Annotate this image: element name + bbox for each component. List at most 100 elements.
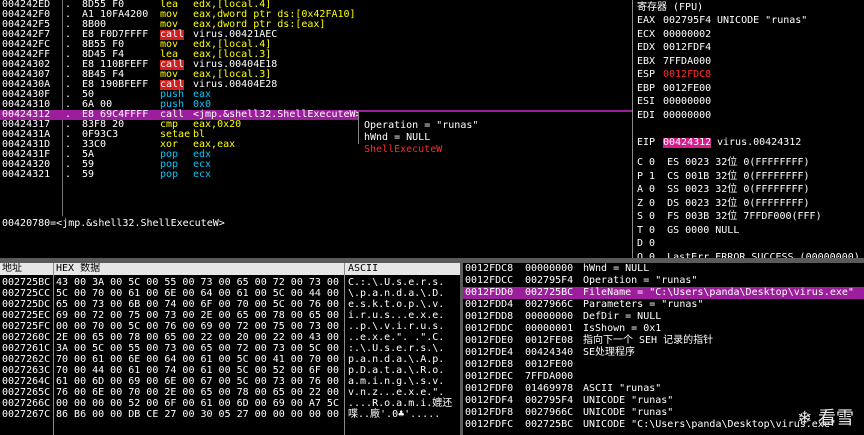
stack-row[interactable]: 0012FDF0 01469978 ASCII "runas" bbox=[463, 383, 864, 395]
registers-title: 寄存器 (FPU) bbox=[637, 2, 704, 13]
disasm-row[interactable]: 0042430A. E8 190BFEFF call virus.00404E28 bbox=[0, 80, 632, 90]
dump-address: 0027267C bbox=[2, 409, 51, 420]
stack-row[interactable]: 0012FDD4 0027966C Parameters = "runas" bbox=[463, 299, 864, 311]
dump-hex: 00 00 00 00 52 00 6F 00 61 00 6D 00 69 0… bbox=[56, 398, 339, 409]
stack-pane[interactable]: 0012FDC8 00000000 hWnd = NULL 0012FDCC 00279… bbox=[463, 263, 864, 435]
stack-value: 002725BC bbox=[525, 287, 574, 298]
registers-pane[interactable]: 寄存器 (FPU) EAX 002795F4 UNICODE "runas" ECX 0… bbox=[633, 0, 864, 258]
dump-header: 地址 HEX 数据 ASCII bbox=[0, 263, 460, 275]
flag-row[interactable]: A 0 SS 0023 32位 0(FFFFFFFF) bbox=[637, 185, 810, 195]
stack-value: 00000000 bbox=[525, 311, 574, 322]
stack-address: 0012FDE0 bbox=[465, 335, 514, 346]
register-name: EIP bbox=[637, 137, 656, 148]
register-row[interactable]: ECX 00000002 bbox=[637, 28, 864, 40]
dump-address: 0027262C bbox=[2, 354, 51, 365]
dump-hex: 5C 00 70 00 61 00 6E 00 64 00 61 00 5C 0… bbox=[56, 288, 339, 299]
stack-row[interactable]: 0012FDD0 002725BC FileName = "C:\Users\pan… bbox=[463, 287, 864, 299]
stack-address: 0012FDF0 bbox=[465, 383, 514, 394]
stack-value: 7FFDA000 bbox=[525, 371, 574, 382]
register-row[interactable]: EDX 0012FDF4 bbox=[637, 43, 864, 53]
register-row[interactable]: ESP 0012FDC8 bbox=[637, 70, 864, 80]
vertical-splitter[interactable] bbox=[632, 0, 633, 258]
register-row[interactable]: EBP 0012FE00 bbox=[637, 82, 864, 94]
stack-address: 0012FDF4 bbox=[465, 395, 514, 406]
dump-hex: 86 B6 00 00 DB CE 27 00 30 05 27 00 00 0… bbox=[56, 409, 339, 420]
register-row[interactable]: EBX 7FFDA000 bbox=[637, 55, 864, 67]
stack-comment: SE处理程序 bbox=[583, 347, 636, 358]
register-value: 002795F4 bbox=[663, 15, 712, 26]
dump-hex: 70 00 61 00 6E 00 64 00 61 00 5C 00 41 0… bbox=[56, 354, 339, 365]
dump-row[interactable]: 0027267C 86 B6 00 00 DB CE 27 00 30 05 27… bbox=[0, 410, 460, 421]
dump-ascii: :.\.U.s.e.r.s.\. bbox=[348, 343, 445, 354]
register-name: ECX bbox=[637, 28, 656, 40]
dump-address: 002725BC bbox=[2, 277, 51, 288]
dump-ascii: a.m.i.n.g.\.s.v. bbox=[348, 376, 445, 387]
register-value: 00424312 bbox=[663, 137, 712, 148]
register-name: EBP bbox=[637, 82, 656, 94]
register-name: ESP bbox=[637, 69, 656, 80]
flag-row[interactable]: P 1 CS 001B 32位 0(FFFFFFFF) bbox=[637, 171, 810, 182]
stack-row[interactable]: 0012FDCC 002795F4 Operation = "runas" bbox=[463, 275, 864, 287]
flag-row[interactable]: C 0 ES 0023 32位 0(FFFFFFFF) bbox=[637, 158, 810, 168]
register-name: EDX bbox=[637, 42, 656, 53]
stack-row[interactable]: 0012FDF4 002795F4 UNICODE "runas" bbox=[463, 395, 864, 407]
stack-comment: ASCII "runas" bbox=[583, 383, 662, 394]
stack-value: 00424340 bbox=[525, 347, 574, 358]
stack-row[interactable]: 0012FDE8 0012FE00 bbox=[463, 359, 864, 371]
stack-comment: FileName = "C:\Users\panda\Desktop\virus… bbox=[583, 287, 854, 298]
dump-hex: 00 00 70 00 5C 00 76 00 69 00 72 00 75 0… bbox=[56, 321, 339, 332]
register-value: 7FFDA000 bbox=[663, 55, 712, 67]
dump-hex: 3A 00 5C 00 55 00 73 00 65 00 72 00 73 0… bbox=[56, 343, 339, 354]
stack-row[interactable]: 0012FDD8 00000000 DefDir = NULL bbox=[463, 311, 864, 323]
dump-address: 002725CC bbox=[2, 288, 51, 299]
stack-address: 0012FDFC bbox=[465, 419, 514, 430]
flag-row[interactable]: Z 0 DS 0023 32位 0(FFFFFFFF) bbox=[637, 198, 810, 209]
flag-row[interactable]: D 0 bbox=[637, 239, 655, 249]
stack-row[interactable]: 0012FDC8 00000000 hWnd = NULL bbox=[463, 263, 864, 275]
dump-header-hex[interactable]: HEX 数据 bbox=[56, 263, 100, 275]
stack-comment: UNICODE "runas" bbox=[583, 395, 674, 406]
register-row-eip[interactable]: EIP 00424312 virus.00424312 bbox=[637, 138, 864, 148]
hex-dump-pane[interactable]: 地址 HEX 数据 ASCII 002725BC 43 00 3A 00 5C 0… bbox=[0, 263, 460, 435]
register-row[interactable]: EAX 002795F4 UNICODE "runas" bbox=[637, 16, 864, 26]
dump-ascii: \.p.a.n.d.a.\.D. bbox=[348, 288, 445, 299]
snowflake-icon: ❄ bbox=[797, 408, 813, 429]
dump-ascii: C.:.\.U.s.e.r.s. bbox=[348, 277, 445, 288]
register-row[interactable]: ESI 00000000 bbox=[637, 97, 864, 107]
dump-header-address[interactable]: 地址 bbox=[2, 263, 22, 275]
disasm-comment: hWnd = NULL bbox=[364, 132, 431, 143]
dump-hex: 70 00 44 00 61 00 74 00 61 00 5C 00 52 0… bbox=[56, 365, 339, 376]
dump-ascii: ..e.x.e.". .".C. bbox=[348, 332, 445, 343]
dump-ascii: e.s.k.t.o.p.\.v. bbox=[348, 299, 445, 310]
stack-value: 002795F4 bbox=[525, 275, 574, 286]
stack-value: 0027966C bbox=[525, 407, 574, 418]
stack-value: 002725BC bbox=[525, 419, 574, 430]
flag-row[interactable]: T 0 GS 0000 NULL bbox=[637, 225, 739, 236]
stack-row[interactable]: 0012FDE0 0012FE08 指向下一个 SEH 记录的指针 bbox=[463, 335, 864, 347]
register-row[interactable]: EDI 00000000 bbox=[637, 109, 864, 121]
disasm-bytes: 59 bbox=[82, 169, 95, 180]
dump-stack-splitter[interactable] bbox=[460, 258, 463, 435]
stack-address: 0012FDD8 bbox=[465, 311, 514, 322]
disassembly-pane[interactable]: 004242ED. 8D55 F0 lea edx,[local.4] 004242F0… bbox=[0, 0, 632, 216]
kanxue-watermark: ❄ 看雪 bbox=[797, 409, 854, 429]
stack-row[interactable]: 0012FDDC 00000001 IsShown = 0x1 bbox=[463, 323, 864, 335]
stack-value: 0012FE00 bbox=[525, 359, 574, 370]
dump-ascii: ....R.o.a.m.i.媲还 bbox=[348, 398, 453, 409]
dump-address: 0027265C bbox=[2, 387, 51, 398]
stack-row[interactable]: 0012FDEC 7FFDA000 bbox=[463, 371, 864, 383]
register-value: 00000000 bbox=[663, 96, 712, 107]
dump-address: 002725EC bbox=[2, 310, 51, 321]
disasm-address: 00424321 bbox=[2, 169, 51, 180]
stack-value: 00000000 bbox=[525, 263, 574, 274]
register-comment: UNICODE "runas" bbox=[717, 15, 808, 26]
dump-header-ascii[interactable]: ASCII bbox=[348, 263, 378, 275]
register-value: 00000000 bbox=[663, 109, 712, 121]
stack-row[interactable]: 0012FDE4 00424340 SE处理程序 bbox=[463, 347, 864, 359]
dump-address: 002725DC bbox=[2, 299, 51, 310]
flag-row[interactable]: S 0 FS 003B 32位 7FFDF000(FFF) bbox=[637, 212, 822, 222]
stack-address: 0012FDE4 bbox=[465, 347, 514, 358]
horizontal-splitter[interactable] bbox=[0, 258, 864, 263]
disasm-mnemonic: pop bbox=[160, 169, 179, 180]
stack-value: 0012FE08 bbox=[525, 335, 574, 346]
